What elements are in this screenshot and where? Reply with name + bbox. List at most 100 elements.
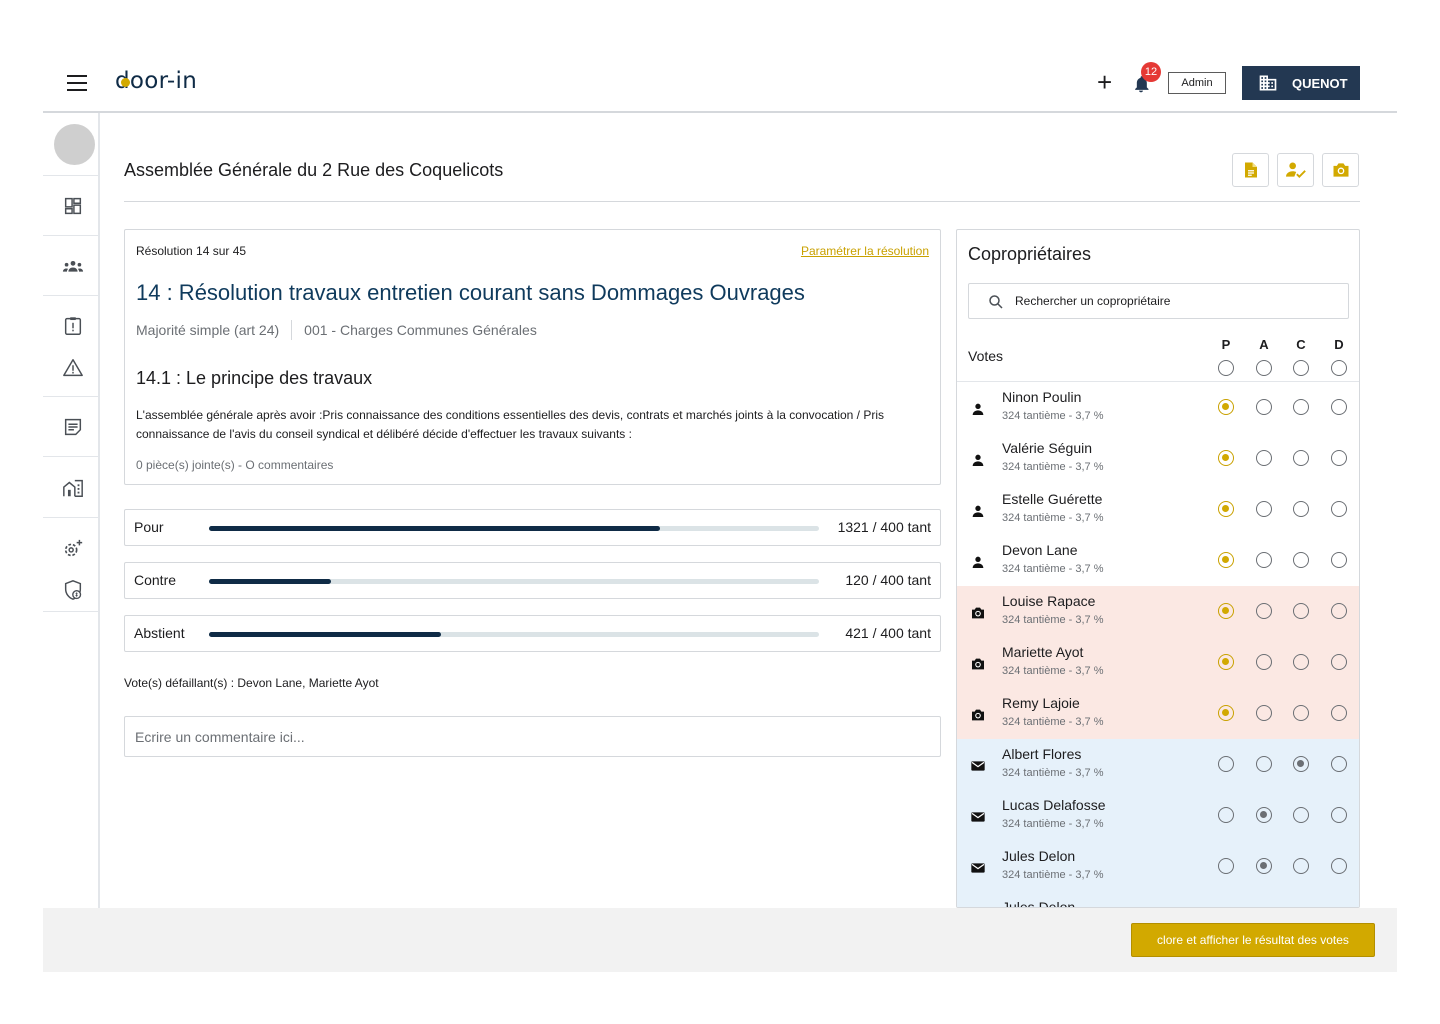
select-all-p-radio[interactable]	[1218, 360, 1234, 376]
group-icon[interactable]	[62, 256, 84, 278]
vote-radio-p[interactable]	[1218, 858, 1234, 874]
shield-money-icon[interactable]	[62, 579, 84, 601]
vote-radio-c[interactable]	[1293, 399, 1309, 415]
tally-track	[209, 632, 819, 637]
vote-radio-c[interactable]	[1293, 807, 1309, 823]
vote-radio-c[interactable]	[1293, 603, 1309, 619]
close-votes-button[interactable]: clore et afficher le résultat des votes	[1131, 923, 1375, 957]
tally-contre: Contre 120 / 400 tant	[124, 562, 941, 599]
user-check-icon	[1285, 162, 1306, 178]
logo[interactable]: door-in	[115, 68, 197, 94]
admin-button[interactable]: Admin	[1168, 72, 1226, 94]
vote-radio-a[interactable]	[1256, 858, 1272, 874]
vote-radio-p[interactable]	[1218, 501, 1234, 517]
footer-bar: clore et afficher le résultat des votes	[43, 908, 1397, 972]
tally-value: 421 / 400 tant	[845, 625, 931, 641]
select-all-c-radio[interactable]	[1293, 360, 1309, 376]
vote-radio-a[interactable]	[1256, 603, 1272, 619]
vote-radio-a[interactable]	[1256, 807, 1272, 823]
owner-name: Ninon Poulin	[1002, 389, 1082, 405]
owner-row: Mariette Ayot 324 tantième - 3,7 %	[957, 637, 1359, 688]
clipboard-alert-icon[interactable]	[62, 315, 84, 337]
vote-radio-d[interactable]	[1331, 603, 1347, 619]
tally-track	[209, 526, 819, 531]
tally-track	[209, 579, 819, 584]
document-button[interactable]	[1232, 153, 1269, 187]
attachments-summary[interactable]: 0 pièce(s) jointe(s) - O commentaires	[136, 458, 333, 472]
search-input[interactable]	[1015, 284, 1335, 318]
vote-radio-a[interactable]	[1256, 705, 1272, 721]
vote-radio-d[interactable]	[1331, 501, 1347, 517]
vote-radio-p[interactable]	[1218, 552, 1234, 568]
resolution-count: Résolution 14 sur 45	[136, 244, 247, 258]
column-header-p: P	[1221, 337, 1231, 352]
configure-resolution-link[interactable]: Paramétrer la résolution	[801, 244, 929, 258]
vote-radio-a[interactable]	[1256, 501, 1272, 517]
sidebar-divider	[43, 456, 100, 457]
app-frame: door-in + 12 Admin QUENOT Assemblée Géné…	[43, 56, 1397, 972]
owner-name: Albert Flores	[1002, 746, 1082, 762]
owner-share: 324 tantième - 3,7 %	[1002, 869, 1104, 881]
page-title: Assemblée Générale du 2 Rue des Coquelic…	[124, 160, 504, 180]
owner-row: Estelle Guérette 324 tantième - 3,7 %	[957, 484, 1359, 535]
person-icon	[970, 452, 986, 468]
tally-label: Pour	[134, 519, 164, 535]
owners-panel: Copropriétaires Votes P A C D Ninon Poul…	[956, 229, 1360, 908]
comment-input[interactable]	[124, 716, 941, 757]
vote-radio-c[interactable]	[1293, 501, 1309, 517]
select-all-a-radio[interactable]	[1256, 360, 1272, 376]
sidebar	[43, 113, 100, 908]
vote-radio-c[interactable]	[1293, 552, 1309, 568]
vote-radio-a[interactable]	[1256, 450, 1272, 466]
person-icon	[970, 401, 986, 417]
vote-radio-d[interactable]	[1331, 552, 1347, 568]
vote-radio-a[interactable]	[1256, 552, 1272, 568]
vote-radio-d[interactable]	[1331, 756, 1347, 772]
vote-radio-c[interactable]	[1293, 756, 1309, 772]
vote-radio-p[interactable]	[1218, 705, 1234, 721]
vote-radio-p[interactable]	[1218, 756, 1234, 772]
avatar[interactable]	[54, 124, 95, 165]
camera-icon	[970, 707, 986, 723]
camera-icon	[1333, 163, 1348, 177]
vote-radio-c[interactable]	[1293, 858, 1309, 874]
vote-radio-d[interactable]	[1331, 705, 1347, 721]
owner-row: Albert Flores 324 tantième - 3,7 %	[957, 739, 1359, 790]
owner-search[interactable]	[968, 283, 1349, 319]
menu-icon[interactable]	[67, 75, 87, 91]
owner-name: Mariette Ayot	[1002, 644, 1084, 660]
vote-radio-a[interactable]	[1256, 399, 1272, 415]
vote-radio-c[interactable]	[1293, 705, 1309, 721]
vote-radio-d[interactable]	[1331, 858, 1347, 874]
vote-radio-p[interactable]	[1218, 603, 1234, 619]
vote-radio-a[interactable]	[1256, 654, 1272, 670]
vote-radio-d[interactable]	[1331, 450, 1347, 466]
tally-fill	[209, 579, 331, 584]
dashboard-icon[interactable]	[62, 195, 84, 217]
mail-icon	[970, 758, 986, 774]
vote-radio-d[interactable]	[1331, 654, 1347, 670]
owner-share: 324 tantième - 3,7 %	[1002, 818, 1104, 830]
buildings-icon[interactable]	[62, 477, 84, 499]
vote-radio-p[interactable]	[1218, 807, 1234, 823]
note-icon[interactable]	[62, 416, 84, 438]
warning-icon[interactable]	[62, 357, 84, 379]
settings-plus-icon[interactable]	[62, 538, 84, 560]
building-selector-button[interactable]: QUENOT	[1242, 66, 1360, 100]
vote-radio-d[interactable]	[1331, 399, 1347, 415]
owner-row: Devon Lane 324 tantième - 3,7 %	[957, 535, 1359, 586]
attendance-button[interactable]	[1277, 153, 1314, 187]
camera-button[interactable]	[1322, 153, 1359, 187]
vote-radio-p[interactable]	[1218, 399, 1234, 415]
vote-radio-p[interactable]	[1218, 654, 1234, 670]
vote-radio-c[interactable]	[1293, 450, 1309, 466]
vote-radio-c[interactable]	[1293, 654, 1309, 670]
owner-share: 324 tantième - 3,7 %	[1002, 563, 1104, 575]
select-all-d-radio[interactable]	[1331, 360, 1347, 376]
add-icon[interactable]: +	[1097, 68, 1112, 96]
majority-type: Majorité simple (art 24)	[136, 322, 280, 338]
vote-radio-p[interactable]	[1218, 450, 1234, 466]
sub-resolution-title: 14.1 : Le principe des travaux	[136, 368, 373, 388]
vote-radio-a[interactable]	[1256, 756, 1272, 772]
vote-radio-d[interactable]	[1331, 807, 1347, 823]
